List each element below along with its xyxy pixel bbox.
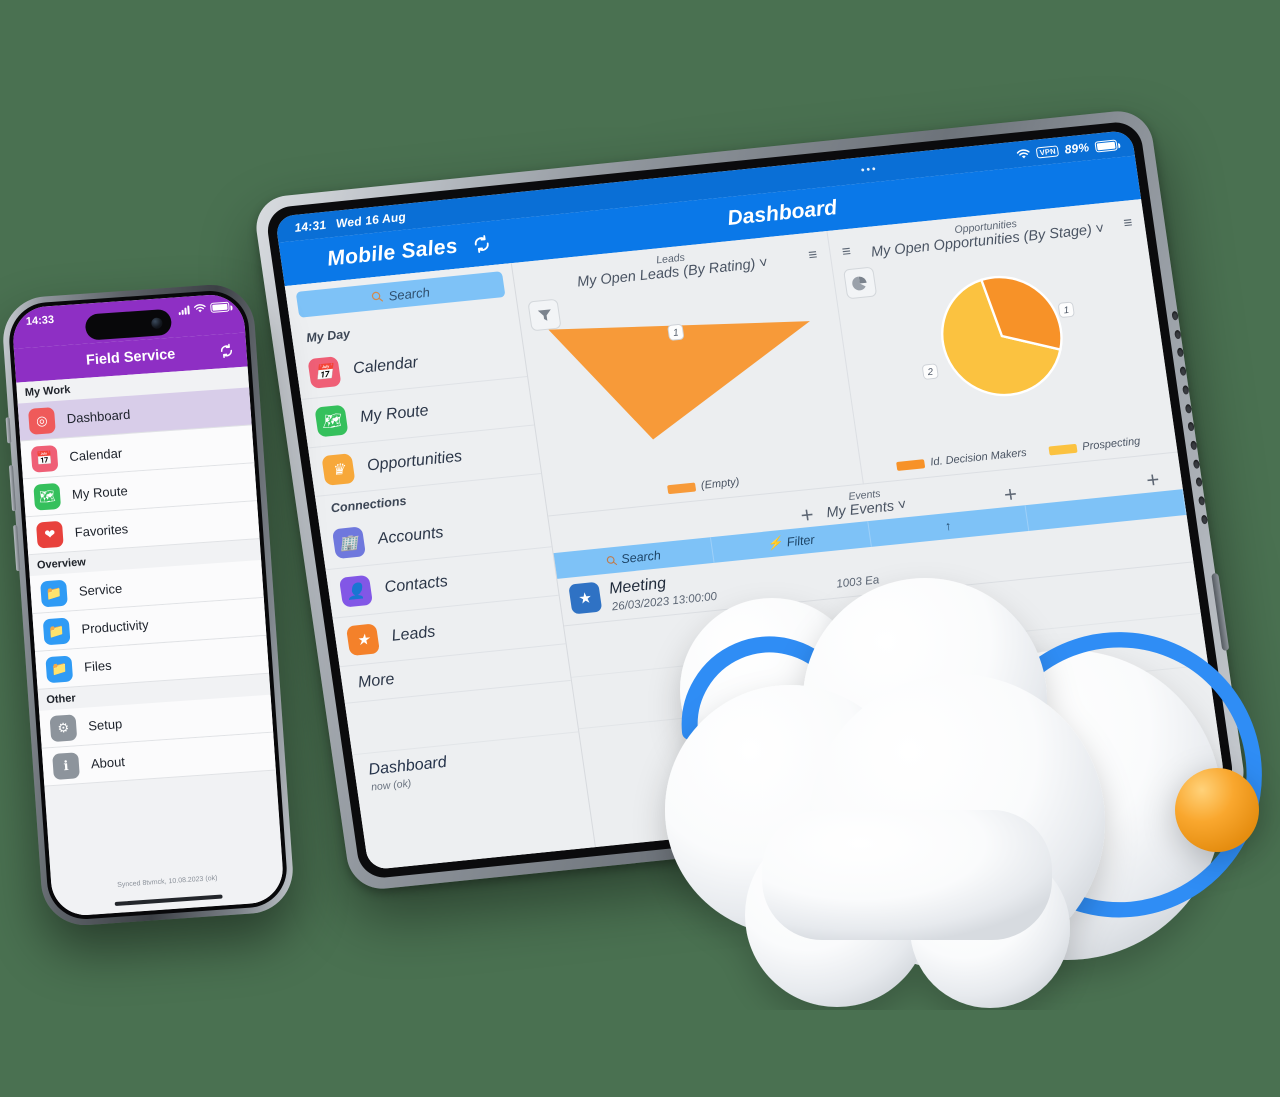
folder-icon: 📁 xyxy=(45,654,74,683)
sidebar-item-label: More xyxy=(356,670,396,692)
folder-icon: 📁 xyxy=(42,617,71,645)
sort-ascending-icon: ↑ xyxy=(944,518,953,534)
sidebar-item-label: Calendar xyxy=(352,354,420,378)
contact-card-icon: 👤 xyxy=(338,574,374,608)
legend-label: Prospecting xyxy=(1081,435,1142,454)
battery-icon xyxy=(210,301,230,313)
legend-swatch xyxy=(666,482,696,494)
legend-swatch xyxy=(895,458,926,471)
chevron-down-icon[interactable]: ˅ xyxy=(897,497,908,514)
phone-screen: 14:33 Field Service My Work ◎ Dashboard … xyxy=(11,292,285,918)
refresh-icon[interactable] xyxy=(218,342,235,359)
wifi-icon xyxy=(1017,148,1030,158)
phone-title: Field Service xyxy=(85,346,176,369)
phone-clock: 14:33 xyxy=(25,313,55,328)
cloud-svg xyxy=(665,578,1262,1008)
tablet-battery-percent: 89% xyxy=(1063,140,1091,157)
sidebar-item-label: My Route xyxy=(359,402,430,426)
calendar-icon: 📅 xyxy=(307,356,342,389)
legend-item: Id. Decision Makers xyxy=(895,446,1028,472)
sidebar-item-label: Calendar xyxy=(68,445,123,465)
sidebar-item-label: Service xyxy=(78,580,123,599)
battery-icon xyxy=(1094,138,1118,153)
legend-swatch xyxy=(1047,443,1078,456)
legend-label: (Empty) xyxy=(700,476,741,492)
list-icon[interactable]: ≡ xyxy=(807,246,818,264)
route-map-icon: 🗺 xyxy=(33,482,62,511)
sidebar-item-label: Contacts xyxy=(383,573,449,597)
widget-leads: Leads My Open Leads (By Rating) ˅ ≡ 1 (E… xyxy=(511,231,864,517)
scene: 14:31 Wed 16 Aug ••• VPN 89% Mobile Sale… xyxy=(0,0,1280,1097)
cellular-icon xyxy=(178,304,190,315)
gear-icon: ⚙ xyxy=(49,713,78,742)
vpn-badge: VPN xyxy=(1035,144,1060,158)
chevron-down-icon[interactable]: ˅ xyxy=(758,255,769,272)
legend-item: (Empty) xyxy=(666,476,740,495)
sidebar-item-label: Setup xyxy=(87,716,123,734)
phone-bezel: 14:33 Field Service My Work ◎ Dashboard … xyxy=(6,288,290,922)
legend-item: Prospecting xyxy=(1047,435,1142,456)
crown-icon: ♛ xyxy=(321,453,356,486)
cloud-orb-large xyxy=(1175,768,1259,852)
legend-label: Id. Decision Makers xyxy=(929,446,1028,469)
phone-menu-list: My Work ◎ Dashboard 📅 Calendar 🗺 My Rout… xyxy=(16,366,285,918)
building-icon: 🏢 xyxy=(331,526,367,560)
phone-sync-status: Synced 8tvmck, 10.08.2023 (ok) xyxy=(117,874,218,889)
calendar-icon: 📅 xyxy=(30,444,59,473)
search-icon xyxy=(372,291,384,302)
info-icon: ℹ xyxy=(52,751,80,780)
lightning-icon: ⚡ xyxy=(766,535,784,551)
folder-icon: 📁 xyxy=(40,579,68,607)
sidebar-item-label: About xyxy=(90,754,126,772)
sidebar-item-label: Files xyxy=(83,657,113,675)
camera-icon xyxy=(150,316,163,329)
chevron-down-icon[interactable]: ˅ xyxy=(1095,221,1106,238)
cloud-3d-illustration xyxy=(612,560,1280,1010)
tablet-clock: 14:31 xyxy=(293,217,328,235)
dashboard-target-icon: ◎ xyxy=(27,406,56,435)
wifi-icon xyxy=(193,304,206,313)
events-filter-label: Filter xyxy=(785,532,816,550)
route-map-icon: 🗺 xyxy=(314,404,349,438)
sidebar-item-label: Favorites xyxy=(74,521,129,540)
sidebar-item-label: Opportunities xyxy=(366,448,464,475)
tablet-page-title: Dashboard xyxy=(725,196,839,230)
tablet-multitask-dots[interactable]: ••• xyxy=(860,163,878,176)
opportunities-pie-chart: 1 2 xyxy=(921,275,1074,397)
widget-opportunities: Opportunities My Open Opportunities (By … xyxy=(826,199,1178,485)
sidebar-item-label: Dashboard xyxy=(66,406,131,427)
lead-icon: ★ xyxy=(345,623,381,657)
sidebar-item-label: Leads xyxy=(390,623,437,645)
sidebar-item-label: Productivity xyxy=(81,617,150,637)
tablet-app-title: Mobile Sales xyxy=(325,234,460,271)
tablet-search-placeholder: Search xyxy=(387,284,431,304)
leads-pie-chart: 1 xyxy=(548,321,810,440)
phone-device: 14:33 Field Service My Work ◎ Dashboard … xyxy=(0,281,296,929)
phone-home-indicator[interactable] xyxy=(114,894,223,907)
tablet-date: Wed 16 Aug xyxy=(335,209,407,231)
refresh-icon[interactable] xyxy=(470,233,493,255)
sidebar-item-label: Accounts xyxy=(376,524,445,548)
sidebar-item-label: My Route xyxy=(71,483,129,503)
event-calendar-icon: ★ xyxy=(568,581,603,615)
heart-icon: ❤ xyxy=(35,520,64,549)
